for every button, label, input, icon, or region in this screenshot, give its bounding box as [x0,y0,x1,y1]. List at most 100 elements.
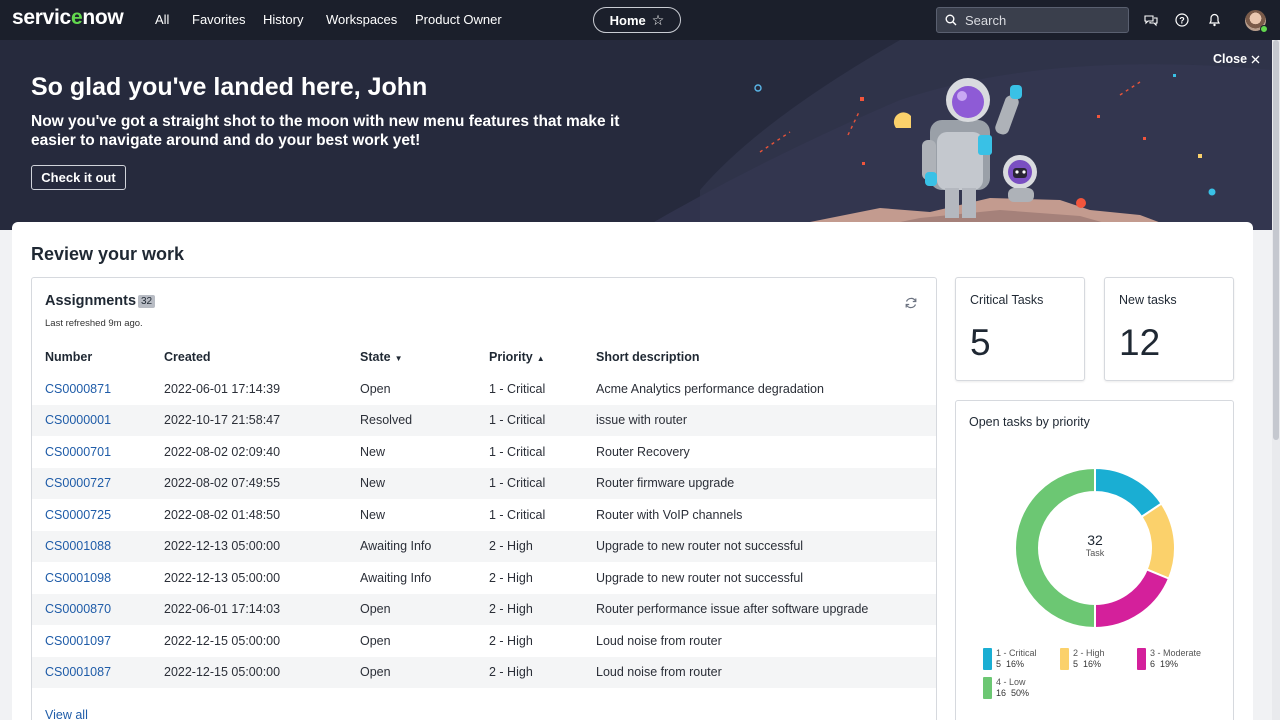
created-cell: 2022-12-15 05:00:00 [164,633,281,648]
table-row[interactable]: CS0000725 2022-08-02 01:48:50 New 1 - Cr… [32,499,936,531]
welcome-banner: So glad you've landed here, John Now you… [0,40,1272,230]
legend-item[interactable]: 3 - Moderate 6 19% [1137,648,1201,670]
legend-swatch [1060,648,1069,670]
state-cell: New [360,467,489,499]
created-cell: 2022-08-02 01:48:50 [164,507,281,522]
nav-product-owner[interactable]: Product Owner [415,12,502,27]
legend-label: 3 - Moderate [1150,648,1202,658]
donut-slice-3[interactable] [1094,568,1171,630]
view-all-link[interactable]: View all [45,708,88,720]
close-banner-button[interactable]: Close [1213,52,1260,66]
donut-slice-4[interactable] [1014,466,1096,630]
legend-value: 5 16% [1073,659,1102,669]
table-row[interactable]: CS0001097 2022-12-15 05:00:00 Open 2 - H… [32,625,936,657]
priority-cell: 2 - High [489,593,596,625]
refresh-icon[interactable] [904,296,918,310]
case-number-link[interactable]: CS0000871 [45,382,111,396]
created-cell: 2022-12-15 05:00:00 [164,656,360,688]
section-title: Review your work [31,244,185,264]
legend-label: 1 - Critical [996,648,1037,658]
help-icon[interactable]: ? [1174,12,1190,28]
assignments-count-badge: 32 [138,295,156,308]
description-cell: Router performance issue after software … [596,593,936,625]
new-tasks-card[interactable]: New tasks 12 [1104,277,1234,381]
nav-favorites[interactable]: Favorites [192,12,245,27]
sort-asc-icon[interactable]: ▲ [537,354,545,363]
case-number-link[interactable]: CS0000001 [45,413,111,427]
description-cell: Loud noise from router [596,656,936,688]
critical-tasks-card[interactable]: Critical Tasks 5 [955,277,1085,381]
case-number-link[interactable]: CS0000727 [45,476,111,490]
table-row[interactable]: CS0001088 2022-12-13 05:00:00 Awaiting I… [32,530,936,562]
nav-all[interactable]: All [155,12,169,27]
priority-cell: 1 - Critical [489,404,596,436]
user-avatar[interactable] [1245,10,1268,33]
created-cell: 2022-08-02 07:49:55 [164,467,360,499]
nav-workspaces[interactable]: Workspaces [326,12,397,27]
legend-label: 2 - High [1073,648,1105,658]
case-number-link[interactable]: CS0000725 [45,508,111,522]
description-cell: Loud noise from router [596,633,722,648]
column-short-description[interactable]: Short description [596,341,936,373]
close-icon [1251,55,1260,63]
servicenow-logo[interactable]: servicenow [12,6,124,30]
table-row[interactable]: CS0000001 2022-10-17 21:58:47 Resolved 1… [32,404,936,436]
legend-item[interactable]: 4 - Low 16 50% [983,677,1029,699]
case-number-link[interactable]: CS0000701 [45,445,111,459]
column-number[interactable]: Number [32,341,164,373]
priority-cell: 2 - High [489,530,596,562]
legend-value: 6 19% [1150,659,1179,669]
priority-cell: 2 - High [489,633,533,648]
column-priority[interactable]: Priority ▲ [489,341,596,373]
home-button[interactable]: Home ☆ [593,7,681,33]
assignments-body: CS0000871 2022-06-01 17:14:39 Open 1 - C… [32,373,936,688]
status-dot-icon [1260,25,1268,33]
table-row[interactable]: CS0001087 2022-12-15 05:00:00 Open 2 - H… [32,656,936,688]
new-tasks-value: 12 [1119,322,1161,363]
state-cell: Resolved [360,404,489,436]
last-refreshed-text: Last refreshed 9m ago. [45,318,143,329]
table-row[interactable]: CS0000727 2022-08-02 07:49:55 New 1 - Cr… [32,467,936,499]
created-cell: 2022-06-01 17:14:39 [164,381,281,396]
assignments-table: Number Created State ▼ Priority ▲ Short de… [32,341,936,688]
table-row[interactable]: CS0000870 2022-06-01 17:14:03 Open 2 - H… [32,593,936,625]
description-cell: Router with VoIP channels [596,507,743,522]
check-it-out-button[interactable]: Check it out [31,165,126,190]
donut-slice-2[interactable] [1140,502,1176,580]
case-number-link[interactable]: CS0001088 [45,539,111,553]
search-box[interactable] [936,7,1129,33]
nav-history[interactable]: History [263,12,303,27]
description-cell: Router Recovery [596,444,690,459]
case-number-link[interactable]: CS0001087 [45,665,111,679]
description-cell: Upgrade to new router not successful [596,530,936,562]
legend-item[interactable]: 1 - Critical 5 16% [983,648,1037,670]
search-input[interactable] [965,12,1115,28]
sort-desc-icon[interactable]: ▼ [395,354,403,363]
case-number-link[interactable]: CS0001098 [45,571,111,585]
case-number-link[interactable]: CS0001097 [45,634,111,648]
review-work-card: Review your work Assignments 32 Last ref… [12,222,1253,720]
critical-tasks-label: Critical Tasks [970,293,1044,307]
case-number-link[interactable]: CS0000870 [45,602,111,616]
table-row[interactable]: CS0001098 2022-12-13 05:00:00 Awaiting I… [32,562,936,594]
legend-item[interactable]: 2 - High 5 16% [1060,648,1105,670]
legend-label: 4 - Low [996,677,1026,687]
state-cell: Awaiting Info [360,570,432,585]
star-icon[interactable]: ☆ [652,12,665,29]
close-label: Close [1213,52,1248,66]
table-row[interactable]: CS0000871 2022-06-01 17:14:39 Open 1 - C… [32,373,936,405]
legend-swatch [983,648,992,670]
welcome-text: Now you've got a straight shot to the mo… [31,113,620,149]
assignments-title: Assignments [45,293,137,309]
description-cell: Acme Analytics performance degradation [596,381,824,396]
chat-icon[interactable] [1143,12,1159,28]
column-created[interactable]: Created [164,341,360,373]
column-state[interactable]: State ▼ [360,341,489,373]
new-tasks-label: New tasks [1119,293,1177,307]
scrollbar-thumb[interactable] [1273,40,1279,440]
bell-icon[interactable] [1206,12,1222,28]
state-cell: Open [360,381,391,396]
page-scrollbar[interactable] [1272,40,1280,720]
table-row[interactable]: CS0000701 2022-08-02 02:09:40 New 1 - Cr… [32,436,936,468]
legend-value: 5 16% [996,659,1025,669]
